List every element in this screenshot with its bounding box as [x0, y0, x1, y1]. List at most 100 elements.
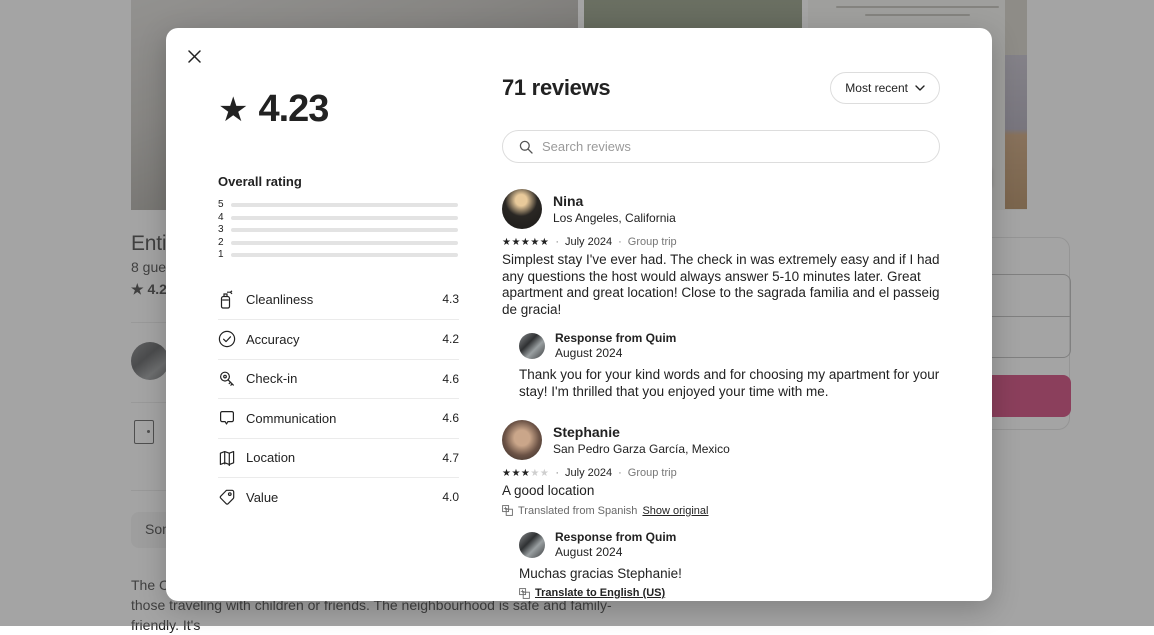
host-response-body: Muchas gracias Stephanie!: [519, 566, 940, 583]
review-item: StephanieSan Pedro Garza García, Mexico ★…: [502, 420, 940, 599]
category-value: 4.6: [442, 411, 459, 425]
host-response-date: August 2024: [555, 346, 676, 361]
host-response-title: Response from Quim: [555, 530, 676, 545]
search-input[interactable]: [542, 139, 923, 154]
check-circle-icon: [218, 330, 246, 348]
host-response: Response from QuimAugust 2024 Muchas grac…: [519, 530, 940, 600]
rating-bar-track: [231, 253, 458, 257]
reviewer-location: San Pedro Garza García, Mexico: [553, 441, 730, 457]
review-body: A good location: [502, 483, 940, 500]
review-stars: ★★★★★: [502, 468, 549, 479]
reviewer-avatar[interactable]: [502, 189, 542, 229]
category-name: Accuracy: [246, 332, 442, 347]
review-trip-type: Group trip: [628, 467, 677, 479]
review-meta: ★★★★★ · July 2024 · Group trip: [502, 236, 940, 248]
translate-icon: [502, 505, 513, 516]
meta-separator: ·: [555, 236, 559, 248]
category-name: Communication: [246, 411, 442, 426]
reviews-header: 71 reviews Most recent: [502, 72, 940, 104]
meta-separator: ·: [618, 467, 622, 479]
chevron-down-icon: [915, 85, 925, 91]
spray-bottle-icon: [218, 290, 246, 309]
rating-bar-label: 2: [218, 238, 231, 248]
reviewer-name: Nina: [553, 193, 676, 210]
tag-icon: [218, 488, 246, 506]
response-translation: Translate to English (US): [519, 587, 940, 599]
rating-bar-label: 5: [218, 200, 231, 210]
rating-bar-row: 5: [218, 199, 458, 212]
rating-bar-label: 3: [218, 225, 231, 235]
host-response-title: Response from Quim: [555, 331, 676, 346]
ratings-summary-panel: ★ 4.23 Overall rating 54321 Cleanliness4…: [166, 28, 458, 601]
category-rating-row: Check-in4.6: [218, 359, 459, 399]
category-name: Value: [246, 490, 442, 505]
reviews-modal: ★ 4.23 Overall rating 54321 Cleanliness4…: [166, 28, 992, 601]
category-value: 4.6: [442, 372, 459, 386]
rating-bar-row: 3: [218, 224, 458, 237]
host-response-header: Response from QuimAugust 2024: [519, 331, 940, 361]
review-body: Simplest stay I've ever had. The check i…: [502, 252, 940, 318]
star-icon: ★: [218, 93, 248, 127]
category-ratings-list: Cleanliness4.3Accuracy4.2Check-in4.6Comm…: [218, 280, 459, 517]
translation-note: Translated from Spanish Show original: [502, 505, 940, 517]
category-rating-row: Accuracy4.2: [218, 319, 459, 359]
reviewer-header: StephanieSan Pedro Garza García, Mexico: [502, 420, 940, 460]
meta-separator: ·: [618, 236, 622, 248]
review-stars: ★★★★★: [502, 237, 549, 248]
category-value: 4.3: [442, 292, 459, 306]
close-icon[interactable]: [178, 40, 210, 72]
category-rating-row: Value4.0: [218, 477, 459, 517]
review-trip-type: Group trip: [628, 236, 677, 248]
rating-bar-track: [231, 203, 458, 207]
review-date: July 2024: [565, 236, 612, 248]
sort-dropdown[interactable]: Most recent: [830, 72, 940, 104]
reviewer-name: Stephanie: [553, 424, 730, 441]
category-name: Location: [246, 450, 442, 465]
sort-dropdown-label: Most recent: [845, 81, 908, 95]
reviewer-avatar[interactable]: [502, 420, 542, 460]
category-rating-row: Cleanliness4.3: [218, 280, 459, 320]
rating-bar-track: [231, 228, 458, 232]
speech-bubble-icon: [218, 409, 246, 427]
review-date: July 2024: [565, 467, 612, 479]
map-icon: [218, 449, 246, 467]
translate-icon: [519, 588, 530, 599]
overall-rating-label: Overall rating: [218, 174, 458, 189]
category-rating-row: Location4.7: [218, 438, 459, 478]
host-response-date: August 2024: [555, 545, 676, 560]
rating-bar-track: [231, 241, 458, 245]
rating-bar-label: 1: [218, 250, 231, 260]
review-item: NinaLos Angeles, California ★★★★★ · July 20…: [502, 189, 940, 400]
rating-bar-row: 1: [218, 249, 458, 262]
category-rating-row: Communication4.6: [218, 398, 459, 438]
category-value: 4.7: [442, 451, 459, 465]
category-value: 4.0: [442, 490, 459, 504]
review-meta: ★★★★★ · July 2024 · Group trip: [502, 467, 940, 479]
host-response-body: Thank you for your kind words and for ch…: [519, 367, 940, 400]
category-name: Check-in: [246, 371, 442, 386]
host-avatar[interactable]: [519, 333, 545, 359]
translate-link[interactable]: Translate to English (US): [535, 587, 665, 599]
reviewer-header: NinaLos Angeles, California: [502, 189, 940, 229]
key-icon: [218, 370, 246, 388]
reviewer-location: Los Angeles, California: [553, 210, 676, 226]
search-reviews-container[interactable]: [502, 130, 940, 163]
overall-score-value: 4.23: [258, 88, 328, 131]
rating-distribution: 5 4 3 2 1: [218, 199, 458, 262]
rating-bar-row: 2: [218, 237, 458, 250]
translation-note-text: Translated from Spanish: [518, 505, 637, 517]
host-response: Response from QuimAugust 2024 Thank you f…: [519, 331, 940, 400]
reviews-count: 71 reviews: [502, 75, 610, 101]
rating-bar-track: [231, 216, 458, 220]
show-original-link[interactable]: Show original: [642, 505, 708, 517]
host-avatar[interactable]: [519, 532, 545, 558]
meta-separator: ·: [555, 467, 559, 479]
reviews-panel: 71 reviews Most recent NinaLos Angeles, …: [458, 28, 992, 601]
close-x-glyph: [188, 50, 201, 63]
rating-bar-label: 4: [218, 213, 231, 223]
reviews-list: NinaLos Angeles, California ★★★★★ · July 20…: [502, 189, 940, 599]
search-icon: [519, 140, 533, 154]
rating-bar-row: 4: [218, 212, 458, 225]
category-value: 4.2: [442, 332, 459, 346]
category-name: Cleanliness: [246, 292, 442, 307]
